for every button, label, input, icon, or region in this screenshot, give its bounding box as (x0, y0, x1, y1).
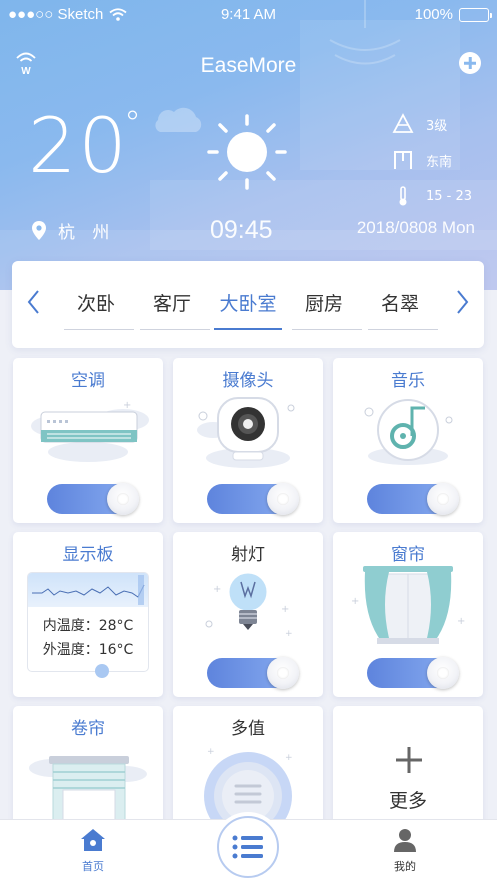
svg-text:+: + (285, 753, 293, 763)
clock-time: 09:45 (210, 216, 273, 244)
app-title: EaseMore (200, 54, 297, 77)
device-name: 窗帘 (391, 545, 425, 565)
weather-details: 3级 东南 15 - 23 (392, 106, 472, 214)
air-conditioner-icon: + (31, 400, 149, 462)
device-name: 显示板 (62, 545, 114, 565)
room-tabs-card: 次卧 客厅 大卧室 厨房 名翠 (12, 261, 484, 348)
svg-text:+: + (457, 616, 465, 627)
list-menu-icon (232, 835, 263, 859)
multi-value-dial-icon: ++ (204, 747, 293, 828)
battery-icon (459, 7, 492, 22)
wind-level-icon (392, 113, 414, 133)
tab-room-2[interactable]: 大卧室 (210, 261, 286, 348)
device-card-spotlight[interactable]: 射灯 + + + (173, 532, 323, 697)
wind-direction: 东南 (426, 154, 453, 170)
temperature-range: 15 - 23 (426, 188, 473, 204)
nav-mine-label: 我的 (394, 860, 416, 873)
display-board-icon: 内温度：28°C 外温度：16°C (27, 572, 149, 672)
nav-home[interactable]: 首页 (53, 826, 133, 874)
device-name: 多值 (231, 719, 265, 739)
status-bar: ●●●○○ Sketch 9:41 AM 100% (0, 4, 497, 26)
device-name: 射灯 (231, 545, 265, 565)
plus-icon (395, 746, 423, 774)
svg-text:+: + (213, 584, 221, 595)
tab-room-1[interactable]: 客厅 (134, 261, 210, 348)
battery-percent: 100% (414, 6, 453, 23)
location-pin-icon (32, 221, 46, 240)
thermometer-icon (399, 186, 407, 206)
menu-center-button[interactable] (217, 816, 279, 878)
svg-text:+: + (281, 604, 289, 615)
weather-header: ●●●○○ Sketch 9:41 AM 100% W EaseMore 20 … (0, 0, 497, 290)
temperature-unit: ° (124, 104, 141, 144)
current-temperature: 20 (28, 101, 129, 190)
device-card-air-conditioner[interactable]: 空调 + (13, 358, 163, 523)
spotlight-bulb-icon: + + + (205, 570, 293, 639)
room-tab-list: 次卧 客厅 大卧室 厨房 名翠 (58, 261, 438, 348)
device-name: 卷帘 (71, 719, 105, 739)
curtain-icon: ++ (351, 566, 465, 644)
device-card-curtain[interactable]: 窗帘 + + (333, 532, 483, 697)
inner-temperature: 内温度：28°C (42, 618, 134, 634)
camera-icon (197, 397, 295, 468)
sunny-weather-icon (207, 114, 287, 190)
home-icon (81, 829, 105, 851)
roller-blind-icon (29, 756, 147, 825)
power-toggle[interactable] (367, 657, 459, 689)
svg-text:+: + (123, 400, 131, 411)
wind-direction-flag-icon (394, 151, 412, 169)
location[interactable]: 杭 州 (32, 218, 115, 243)
device-card-camera[interactable]: 摄像头 (173, 358, 323, 523)
add-device-button[interactable] (459, 52, 481, 74)
tab-room-3[interactable]: 厨房 (286, 261, 362, 348)
bottom-nav: 首页 我的 (0, 816, 497, 883)
page-indicator-dot (95, 664, 109, 678)
user-icon (394, 829, 416, 852)
device-card-display-board[interactable]: 显示板 内温度：28°C 外温度：16°C (13, 532, 163, 697)
svg-text:+: + (351, 596, 359, 607)
nav-home-label: 首页 (82, 860, 104, 873)
power-toggle[interactable] (47, 483, 139, 515)
music-icon (364, 399, 453, 465)
device-card-music[interactable]: 音乐 (333, 358, 483, 523)
more-label: 更多 (388, 790, 427, 812)
power-toggle[interactable] (207, 657, 299, 689)
svg-text:+: + (285, 629, 293, 639)
power-toggle[interactable] (367, 483, 459, 515)
city-name: 杭 州 (58, 223, 116, 243)
svg-text:+: + (207, 747, 215, 757)
nav-mine[interactable]: 我的 (365, 826, 445, 874)
chevron-right-icon[interactable] (450, 287, 474, 317)
device-name: 摄像头 (222, 371, 274, 391)
date-label: 2018/0808 Mon (356, 218, 475, 237)
wind-level: 3级 (426, 118, 448, 134)
outer-temperature: 外温度：16°C (42, 642, 134, 658)
device-name: 空调 (71, 371, 105, 391)
chevron-left-icon[interactable] (22, 287, 46, 317)
tab-room-0[interactable]: 次卧 (58, 261, 134, 348)
tab-room-4[interactable]: 名翠 (362, 261, 438, 348)
power-toggle[interactable] (207, 483, 299, 515)
device-name: 音乐 (391, 371, 425, 391)
